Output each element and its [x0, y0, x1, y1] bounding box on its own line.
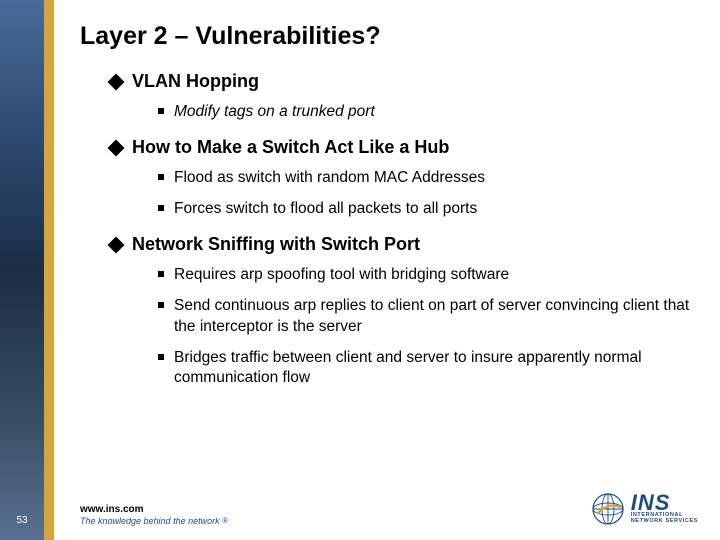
logo-main: INS: [631, 494, 698, 512]
logo-text: INS INTERNATIONAL NETWORK SERVICES: [631, 494, 698, 524]
footer-tagline: The knowledge behind the network ®: [80, 516, 228, 526]
sub-bullet-list: Modify tags on a trunked port: [132, 102, 700, 123]
sub-bullet-list: Requires arp spoofing tool with bridging…: [132, 265, 700, 390]
sub-bullet-item: Modify tags on a trunked port: [158, 102, 700, 123]
sub-bullet-item: Requires arp spoofing tool with bridging…: [158, 265, 700, 286]
content-area: Layer 2 – Vulnerabilities? VLAN Hopping …: [80, 22, 700, 389]
bullet-label: How to Make a Switch Act Like a Hub: [132, 137, 449, 157]
bullet-label: VLAN Hopping: [132, 71, 259, 91]
sub-bullet-item: Send continuous arp replies to client on…: [158, 296, 700, 338]
logo-sub-bottom: NETWORK SERVICES: [631, 518, 698, 524]
bullet-list: VLAN Hopping Modify tags on a trunked po…: [80, 71, 700, 389]
slide-title: Layer 2 – Vulnerabilities?: [80, 22, 700, 51]
sidebar-graphic: [0, 0, 44, 540]
bullet-item: VLAN Hopping Modify tags on a trunked po…: [110, 71, 700, 123]
gold-stripe: [44, 0, 54, 540]
sub-bullet-item: Bridges traffic between client and serve…: [158, 348, 700, 390]
footer-tagline-text: The knowledge behind the network: [80, 516, 222, 526]
sub-bullet-list: Flood as switch with random MAC Addresse…: [132, 168, 700, 220]
bullet-item: Network Sniffing with Switch Port Requir…: [110, 234, 700, 390]
page-number: 53: [0, 515, 44, 526]
sub-bullet-item: Flood as switch with random MAC Addresse…: [158, 168, 700, 189]
sub-bullet-item: Forces switch to flood all packets to al…: [158, 199, 700, 220]
registered-mark: ®: [222, 516, 228, 525]
bullet-label: Network Sniffing with Switch Port: [132, 234, 420, 254]
footer: www.ins.com The knowledge behind the net…: [80, 504, 228, 526]
globe-icon: [591, 492, 625, 526]
logo: INS INTERNATIONAL NETWORK SERVICES: [591, 492, 698, 526]
footer-url: www.ins.com: [80, 504, 228, 515]
bullet-item: How to Make a Switch Act Like a Hub Floo…: [110, 137, 700, 220]
